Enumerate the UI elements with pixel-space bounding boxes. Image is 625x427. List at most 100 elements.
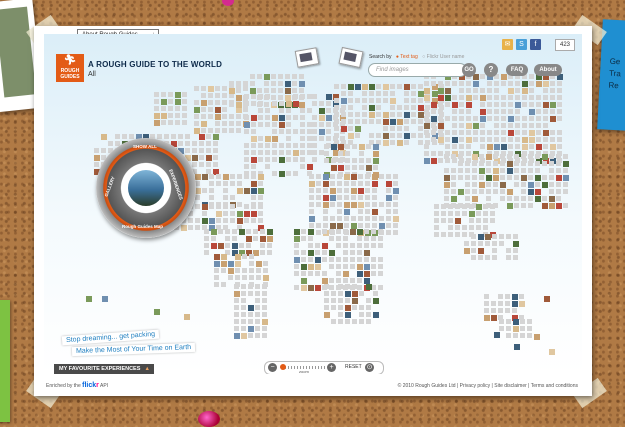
photo-thumbnail[interactable] <box>348 84 354 90</box>
photo-thumbnail[interactable] <box>383 133 389 139</box>
photo-thumbnail[interactable] <box>229 88 235 94</box>
photo-thumbnail[interactable] <box>294 236 300 242</box>
photo-thumbnail[interactable] <box>522 137 528 143</box>
photo-thumbnail[interactable] <box>355 126 361 132</box>
photo-thumbnail[interactable] <box>206 155 212 161</box>
photo-thumbnail[interactable] <box>364 250 370 256</box>
photo-thumbnail[interactable] <box>543 130 549 136</box>
photo-thumbnail[interactable] <box>466 137 472 143</box>
photo-thumbnail[interactable] <box>478 248 484 254</box>
photo-thumbnail[interactable] <box>326 115 332 121</box>
photo-thumbnail[interactable] <box>263 275 269 281</box>
photo-thumbnail[interactable] <box>215 114 221 120</box>
photo-thumbnail[interactable] <box>508 88 514 94</box>
photo-thumbnail[interactable] <box>486 154 492 160</box>
photo-thumbnail[interactable] <box>323 202 329 208</box>
photo-thumbnail[interactable] <box>493 168 499 174</box>
photo-thumbnail[interactable] <box>466 95 472 101</box>
photo-thumbnail[interactable] <box>535 175 541 181</box>
photo-thumbnail[interactable] <box>345 312 351 318</box>
go-button[interactable]: GO <box>462 63 476 77</box>
photo-thumbnail[interactable] <box>549 196 555 202</box>
photo-thumbnail[interactable] <box>359 144 365 150</box>
photo-thumbnail[interactable] <box>494 332 500 338</box>
photo-thumbnail[interactable] <box>344 174 350 180</box>
faq-button[interactable]: FAQ <box>506 64 528 76</box>
photo-thumbnail[interactable] <box>228 268 234 274</box>
photo-thumbnail[interactable] <box>264 74 270 80</box>
skype-share-icon[interactable]: S <box>516 39 527 50</box>
photo-thumbnail[interactable] <box>309 216 315 222</box>
photo-thumbnail[interactable] <box>299 81 305 87</box>
photo-thumbnail[interactable] <box>258 188 264 194</box>
photo-thumbnail[interactable] <box>386 181 392 187</box>
photo-thumbnail[interactable] <box>383 140 389 146</box>
photo-thumbnail[interactable] <box>345 291 351 297</box>
photo-thumbnail[interactable] <box>513 326 519 332</box>
photo-thumbnail[interactable] <box>201 100 207 106</box>
photo-thumbnail[interactable] <box>154 309 160 315</box>
photo-thumbnail[interactable] <box>237 211 243 217</box>
photo-thumbnail[interactable] <box>344 209 350 215</box>
photo-thumbnail[interactable] <box>364 271 370 277</box>
photo-thumbnail[interactable] <box>236 95 242 101</box>
photo-thumbnail[interactable] <box>529 109 535 115</box>
photo-thumbnail[interactable] <box>350 229 356 235</box>
photo-thumbnail[interactable] <box>512 294 518 300</box>
photo-thumbnail[interactable] <box>373 151 379 157</box>
photo-thumbnail[interactable] <box>192 155 198 161</box>
photo-thumbnail[interactable] <box>556 175 562 181</box>
photo-thumbnail[interactable] <box>404 84 410 90</box>
photo-thumbnail[interactable] <box>397 140 403 146</box>
photo-thumbnail[interactable] <box>330 188 336 194</box>
photo-thumbnail[interactable] <box>265 136 271 142</box>
email-share-icon[interactable]: ✉ <box>502 39 513 50</box>
photo-thumbnail[interactable] <box>215 107 221 113</box>
photo-thumbnail[interactable] <box>514 344 520 350</box>
photo-thumbnail[interactable] <box>343 271 349 277</box>
photo-thumbnail[interactable] <box>494 144 500 150</box>
photo-thumbnail[interactable] <box>272 136 278 142</box>
photo-thumbnail[interactable] <box>535 189 541 195</box>
compass-center-photo[interactable] <box>126 168 166 208</box>
photo-thumbnail[interactable] <box>397 119 403 125</box>
photo-thumbnail[interactable] <box>309 181 315 187</box>
photo-thumbnail[interactable] <box>549 349 555 355</box>
photo-thumbnail[interactable] <box>536 81 542 87</box>
zoom-out-button[interactable]: − <box>268 363 277 372</box>
photo-thumbnail[interactable] <box>501 74 507 80</box>
photo-thumbnail[interactable] <box>285 88 291 94</box>
photo-thumbnail[interactable] <box>479 168 485 174</box>
photo-thumbnail[interactable] <box>307 164 313 170</box>
zoom-in-button[interactable]: + <box>327 363 336 372</box>
photo-thumbnail[interactable] <box>221 261 227 267</box>
photo-thumbnail[interactable] <box>244 122 250 128</box>
photo-thumbnail[interactable] <box>214 261 220 267</box>
photo-thumbnail[interactable] <box>94 155 100 161</box>
photo-thumbnail[interactable] <box>209 218 215 224</box>
photo-thumbnail[interactable] <box>308 250 314 256</box>
photo-thumbnail[interactable] <box>272 115 278 121</box>
photo-thumbnail[interactable] <box>431 116 437 122</box>
photo-thumbnail[interactable] <box>529 130 535 136</box>
photo-thumbnail[interactable] <box>221 254 227 260</box>
photo-thumbnail[interactable] <box>234 333 240 339</box>
photo-thumbnail[interactable] <box>373 312 379 318</box>
photo-thumbnail[interactable] <box>202 174 208 180</box>
photo-thumbnail[interactable] <box>218 243 224 249</box>
photo-thumbnail[interactable] <box>331 165 337 171</box>
photo-thumbnail[interactable] <box>373 144 379 150</box>
photo-thumbnail[interactable] <box>366 284 372 290</box>
photo-thumbnail[interactable] <box>493 175 499 181</box>
photo-thumbnail[interactable] <box>239 229 245 235</box>
photo-thumbnail[interactable] <box>476 204 482 210</box>
photo-thumbnail[interactable] <box>352 298 358 304</box>
photo-thumbnail[interactable] <box>236 102 242 108</box>
photo-thumbnail[interactable] <box>251 115 257 121</box>
photo-thumbnail[interactable] <box>424 123 430 129</box>
photo-thumbnail[interactable] <box>324 312 330 318</box>
photo-thumbnail[interactable] <box>424 95 430 101</box>
photo-thumbnail[interactable] <box>431 158 437 164</box>
experiences-button[interactable]: EXPERIENCES <box>168 169 184 201</box>
photo-thumbnail[interactable] <box>248 305 254 311</box>
